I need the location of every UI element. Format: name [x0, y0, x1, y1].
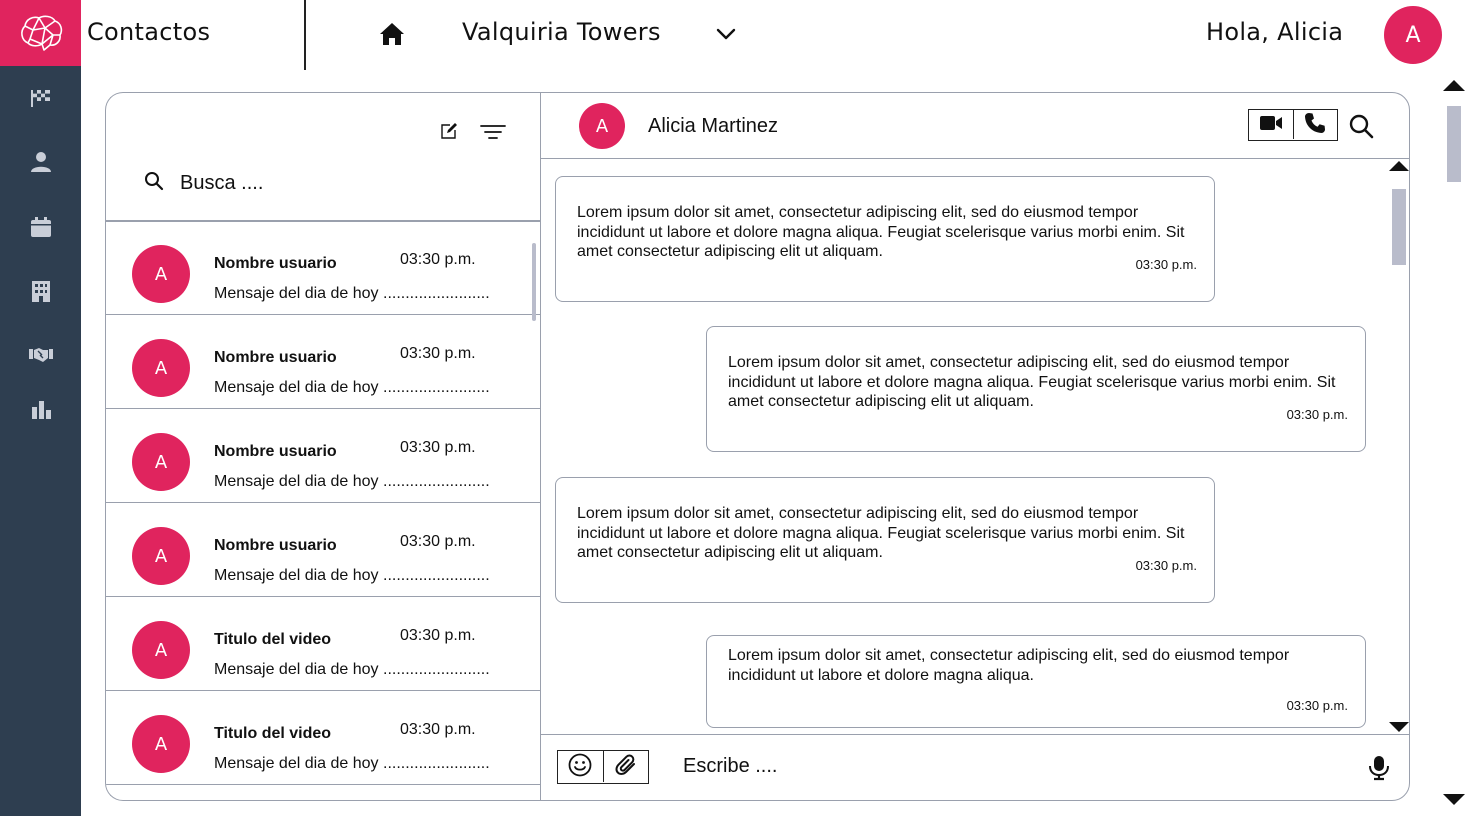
page-title: Contactos: [87, 18, 211, 46]
contact-avatar: A: [132, 621, 190, 679]
contact-search: [144, 171, 380, 195]
contact-message-preview: Mensaje del dia de hoy .................…: [214, 379, 490, 396]
contact-name: Nombre usuario: [214, 255, 337, 272]
smiley-icon: [568, 753, 592, 781]
composer-tools: [557, 750, 649, 784]
contact-list-item[interactable]: A Titulo del video 03:30 p.m. Mensaje de…: [106, 691, 541, 785]
contact-message-preview: Mensaje del dia de hoy .................…: [214, 473, 490, 490]
contact-avatar: A: [132, 527, 190, 585]
user-avatar[interactable]: A: [1384, 6, 1442, 64]
chat-panel: A Alicia Martinez Lorem ipsum dolor sit …: [540, 92, 1410, 801]
contact-message-preview: Mensaje del dia de hoy .................…: [214, 755, 490, 772]
message-bubble-incoming: Lorem ipsum dolor sit amet, consectetur …: [555, 477, 1215, 603]
attach-button[interactable]: [602, 751, 648, 782]
home-icon[interactable]: [378, 20, 406, 48]
filter-icon[interactable]: [480, 122, 506, 142]
message-composer: [541, 734, 1409, 800]
chat-scroll-down-arrow-icon[interactable]: [1389, 722, 1409, 732]
contact-name: Nombre usuario: [214, 443, 337, 460]
contact-list-item[interactable]: A Nombre usuario 03:30 p.m. Mensaje del …: [106, 221, 541, 315]
chat-scroll-up-arrow-icon[interactable]: [1389, 161, 1409, 171]
contact-avatar: A: [132, 433, 190, 491]
contact-message-preview: Mensaje del dia de hoy .................…: [214, 661, 490, 678]
page-scroll-down-arrow-icon[interactable]: [1443, 794, 1465, 805]
chat-scrollbar-thumb[interactable]: [1392, 189, 1406, 265]
chat-header: A Alicia Martinez: [541, 93, 1409, 159]
contact-name: Titulo del video: [214, 631, 332, 648]
building-icon[interactable]: [27, 277, 55, 305]
message-time: 03:30 p.m.: [1135, 557, 1197, 573]
message-text: Lorem ipsum dolor sit amet, consectetur …: [577, 204, 1185, 260]
video-call-button[interactable]: [1249, 110, 1293, 139]
search-icon: [144, 171, 164, 195]
chat-contact-avatar[interactable]: A: [579, 103, 625, 149]
contact-name: Nombre usuario: [214, 537, 337, 554]
message-text: Lorem ipsum dolor sit amet, consectetur …: [577, 505, 1185, 561]
contact-list-scrollbar[interactable]: [532, 243, 536, 321]
message-text: Lorem ipsum dolor sit amet, consectetur …: [728, 647, 1290, 684]
message-input[interactable]: [683, 755, 1283, 778]
contact-search-input[interactable]: [180, 171, 380, 195]
contact-avatar: A: [132, 245, 190, 303]
message-bubble-outgoing: Lorem ipsum dolor sit amet, consectetur …: [706, 635, 1366, 728]
voice-call-button[interactable]: [1292, 110, 1337, 139]
message-text: Lorem ipsum dolor sit amet, consectetur …: [728, 354, 1336, 410]
page-scroll-up-arrow-icon[interactable]: [1443, 80, 1465, 91]
contact-list-item[interactable]: A Nombre usuario 03:30 p.m. Mensaje del …: [106, 409, 541, 503]
microphone-icon[interactable]: [1368, 755, 1390, 781]
contact-list: A Nombre usuario 03:30 p.m. Mensaje del …: [106, 221, 541, 785]
phone-icon: [1304, 112, 1326, 138]
greeting-text: Hola, Alicia: [1206, 18, 1344, 46]
contact-time: 03:30 p.m.: [400, 439, 476, 456]
contact-message-preview: Mensaje del dia de hoy .................…: [214, 567, 490, 584]
contact-time: 03:30 p.m.: [400, 533, 476, 550]
contact-avatar: A: [132, 339, 190, 397]
page-scrollbar-thumb[interactable]: [1447, 106, 1461, 182]
contact-name: Titulo del video: [214, 725, 332, 742]
message-time: 03:30 p.m.: [1286, 406, 1348, 422]
building-select[interactable]: Valquiria Towers: [462, 18, 736, 46]
header-divider: [304, 0, 306, 70]
contact-time: 03:30 p.m.: [400, 251, 476, 268]
video-camera-icon: [1259, 114, 1283, 136]
contact-message-preview: Mensaje del dia de hoy .................…: [214, 285, 490, 302]
contact-time: 03:30 p.m.: [400, 345, 476, 362]
message-list: Lorem ipsum dolor sit amet, consectetur …: [541, 159, 1401, 733]
contact-time: 03:30 p.m.: [400, 627, 476, 644]
bar-chart-icon[interactable]: [27, 395, 55, 423]
user-icon[interactable]: [27, 148, 55, 176]
chevron-down-icon: [715, 26, 737, 42]
contact-time: 03:30 p.m.: [400, 721, 476, 738]
emoji-button[interactable]: [558, 751, 603, 782]
brain-logo-icon[interactable]: [0, 0, 81, 66]
message-time: 03:30 p.m.: [1286, 697, 1348, 713]
flag-icon[interactable]: [27, 84, 55, 112]
call-button-group: [1248, 109, 1338, 141]
message-bubble-incoming: Lorem ipsum dolor sit amet, consectetur …: [555, 176, 1215, 302]
contact-name: Nombre usuario: [214, 349, 337, 366]
contacts-panel: A Nombre usuario 03:30 p.m. Mensaje del …: [105, 92, 541, 801]
compose-icon[interactable]: [439, 121, 459, 141]
chat-search-icon[interactable]: [1348, 113, 1374, 139]
contact-list-item[interactable]: A Nombre usuario 03:30 p.m. Mensaje del …: [106, 315, 541, 409]
contact-avatar: A: [132, 715, 190, 773]
contact-list-item[interactable]: A Titulo del video 03:30 p.m. Mensaje de…: [106, 597, 541, 691]
sidebar: [0, 0, 81, 816]
handshake-icon[interactable]: [27, 341, 55, 369]
paperclip-icon: [614, 753, 638, 781]
contact-list-item[interactable]: A Nombre usuario 03:30 p.m. Mensaje del …: [106, 503, 541, 597]
message-time: 03:30 p.m.: [1135, 256, 1197, 272]
chat-contact-name: Alicia Martinez: [648, 115, 779, 137]
building-select-label: Valquiria Towers: [462, 18, 661, 46]
message-bubble-outgoing: Lorem ipsum dolor sit amet, consectetur …: [706, 326, 1366, 452]
calendar-icon[interactable]: [27, 213, 55, 241]
